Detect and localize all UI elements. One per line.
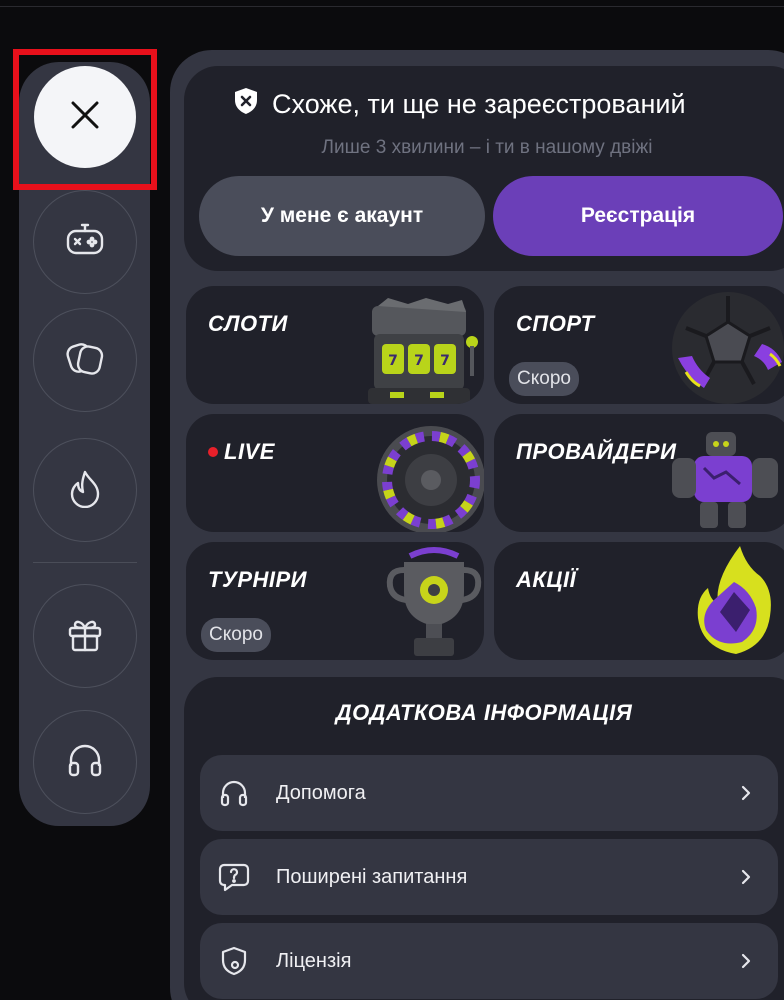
cards-icon	[63, 336, 107, 385]
tile-promos-title: АКЦІЇ	[516, 567, 577, 592]
tile-slots-title: СЛОТИ	[208, 311, 288, 336]
info-row-help-label: Допомога	[276, 781, 366, 804]
additional-info-title: ДОДАТКОВА ІНФОРМАЦІЯ	[335, 700, 633, 725]
tile-tournaments[interactable]: ТУРНІРИ Скоро	[186, 542, 484, 660]
sidebar-games-button[interactable]	[33, 190, 137, 294]
svg-text:7: 7	[440, 353, 450, 369]
flaming-gem-image	[690, 542, 780, 660]
shield-close-icon	[232, 86, 260, 123]
sidebar-gift-button[interactable]	[33, 584, 137, 688]
tile-tournaments-title: ТУРНІРИ	[208, 567, 308, 592]
registration-title-text: Схоже, ти ще не зареєстрований	[272, 89, 686, 119]
sidebar-hot-button[interactable]	[33, 438, 137, 542]
chevron-right-icon	[740, 784, 752, 802]
tile-live-title: LIVE	[208, 439, 275, 465]
tile-live[interactable]: LIVE	[186, 414, 484, 532]
tile-sport[interactable]: СПОРТ Скоро	[494, 286, 784, 404]
registration-title: Схоже, ти ще не зареєстрований	[232, 86, 686, 123]
tile-providers-title: ПРОВАЙДЕРИ	[516, 439, 677, 464]
info-row-help[interactable]: Допомога	[200, 755, 778, 831]
soccer-ball-image	[666, 288, 784, 404]
info-row-faq-label: Поширені запитання	[276, 865, 468, 888]
sidebar-casino-button[interactable]	[33, 308, 137, 412]
sidebar-divider	[33, 562, 137, 563]
question-bubble-icon	[218, 861, 258, 893]
slot-machine-image: 7 7 7	[360, 296, 480, 404]
gamepad-icon	[65, 220, 105, 265]
chevron-right-icon	[740, 952, 752, 970]
headphones-icon	[218, 777, 258, 809]
gift-icon	[65, 614, 105, 659]
tile-promos[interactable]: АКЦІЇ	[494, 542, 784, 660]
info-row-license[interactable]: Ліцензія	[200, 923, 778, 999]
tile-slots[interactable]: СЛОТИ 7 7 7	[186, 286, 484, 404]
top-divider	[0, 6, 784, 7]
tile-tournaments-soon-badge: Скоро	[201, 618, 271, 652]
tile-sport-soon-badge: Скоро	[509, 362, 579, 396]
tile-live-title-text: LIVE	[224, 439, 275, 464]
license-shield-icon	[218, 945, 258, 977]
tile-providers[interactable]: ПРОВАЙДЕРИ	[494, 414, 784, 532]
register-button[interactable]: Реєстрація	[493, 176, 783, 256]
trophy-image	[380, 546, 484, 660]
fire-icon	[67, 468, 103, 513]
info-row-faq[interactable]: Поширені запитання	[200, 839, 778, 915]
tile-sport-title: СПОРТ	[516, 311, 595, 336]
roulette-wheel-image	[376, 424, 484, 532]
chevron-right-icon	[740, 868, 752, 886]
registration-subtitle: Лише 3 хвилини – і ти в нашому двіжі	[321, 137, 653, 158]
sidebar-support-button[interactable]	[33, 710, 137, 814]
stone-golem-image	[664, 428, 784, 532]
info-row-license-label: Ліцензія	[276, 949, 352, 972]
headphones-icon	[65, 740, 105, 785]
svg-text:7: 7	[388, 353, 398, 369]
highlight-box	[13, 49, 157, 190]
svg-text:7: 7	[414, 353, 424, 369]
login-button[interactable]: У мене є акаунт	[199, 176, 485, 256]
live-indicator-dot	[208, 447, 218, 457]
